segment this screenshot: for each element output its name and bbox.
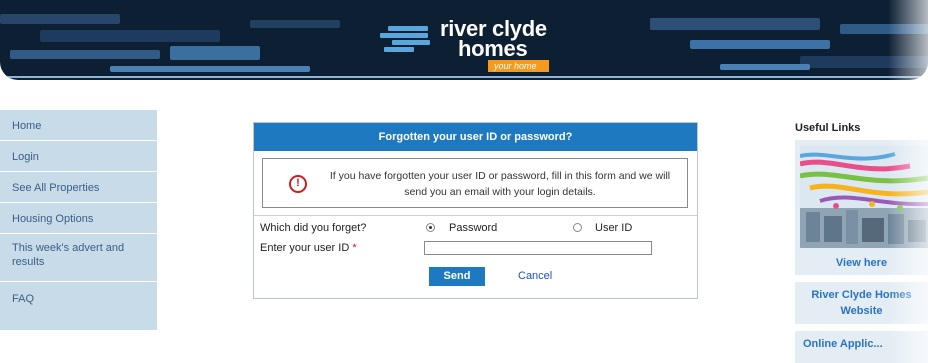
nav-item-weekly-advert-results[interactable]: This week's advert and results [0,234,157,282]
city-illustration-icon [800,146,928,248]
nav-item-faq[interactable]: FAQ [0,282,157,330]
brand-tagline: your home [488,60,549,72]
userid-radio[interactable] [573,223,582,232]
banner-rule [0,76,928,78]
exclamation-circle-icon: ! [289,175,307,193]
website-card: River Clyde Homes Website [795,282,928,324]
river-clyde-homes-logo[interactable]: river clyde homes your home [380,14,580,74]
info-message-text: If you have forgotten your user ID or pa… [329,170,671,198]
banner-stripe [110,66,310,72]
info-message-box: ! If you have forgotten your user ID or … [262,158,688,208]
banner-stripe [840,24,928,34]
logo-mark-icon [380,26,436,52]
colourful-city-illustration[interactable] [800,146,928,248]
view-here-link[interactable]: View here [795,257,928,269]
banner-stripe [170,46,260,60]
nav-item-login[interactable]: Login [0,141,157,172]
banner-stripe [690,40,830,49]
userid-input[interactable] [424,241,652,255]
brand-name-line2: homes [458,36,528,61]
online-applications-card: Online Applic... [795,331,928,363]
left-nav: Home Login See All Properties Housing Op… [0,110,157,330]
question-label: Which did you forget? [260,222,367,234]
banner-stripe [720,64,810,70]
nav-item-home[interactable]: Home [0,110,157,141]
online-applications-link[interactable]: Online Applic... [795,331,928,350]
password-radio[interactable] [426,223,435,232]
forgotten-credentials-form: Forgotten your user ID or password? ! If… [253,122,698,299]
river-clyde-homes-website-link[interactable]: River Clyde Homes Website [795,282,928,319]
banner-stripe [10,50,160,59]
form-divider [254,215,697,216]
password-radio-label[interactable]: Password [449,222,497,234]
form-title: Forgotten your user ID or password? [254,123,697,151]
useful-links-title: Useful Links [795,122,861,134]
header-banner: river clyde homes your home [0,0,928,80]
userid-radio-label[interactable]: User ID [595,222,632,234]
banner-stripe [40,30,220,42]
userid-field-label: Enter your user ID * [260,242,357,254]
banner-stripe [0,14,120,24]
cancel-link[interactable]: Cancel [518,270,552,282]
nav-item-housing-options[interactable]: Housing Options [0,203,157,234]
banner-stripe [250,20,340,28]
banner-stripe [800,56,928,68]
send-button[interactable]: Send [429,267,485,286]
userid-field-label-text: Enter your user ID [260,242,350,254]
banner-stripe [650,18,820,30]
nav-item-see-all-properties[interactable]: See All Properties [0,172,157,203]
required-marker: * [352,242,357,254]
promo-card: View here [795,140,928,275]
